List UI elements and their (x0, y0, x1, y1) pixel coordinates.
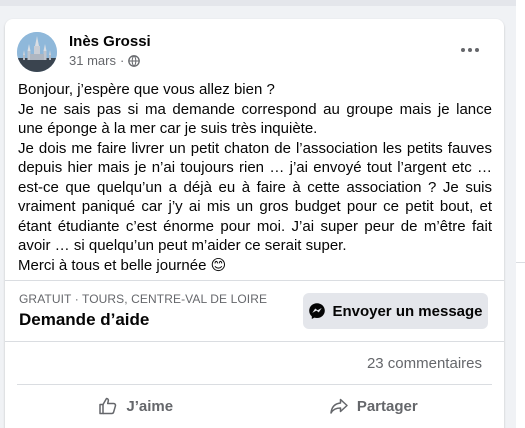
share-arrow-icon (330, 398, 348, 414)
meta-separator: · (119, 53, 125, 68)
comments-count[interactable]: 23 commentaires (367, 355, 482, 372)
more-options-button[interactable] (454, 34, 486, 66)
listing-meta: GRATUIT · TOURS, CENTRE-VAL DE LOIRE (19, 292, 268, 306)
adjacent-panel-edge (516, 0, 525, 428)
messenger-icon (309, 303, 326, 319)
listing-title[interactable]: Demande d’aide (19, 310, 149, 330)
post-date[interactable]: 31 mars (69, 53, 116, 68)
globe-icon (128, 54, 141, 67)
stats-divider-top (5, 341, 504, 342)
author-avatar[interactable] (17, 32, 57, 72)
like-button[interactable]: J’aime (17, 384, 255, 428)
post-paragraph-2: Je dois me faire livrer un petit chaton … (18, 139, 492, 255)
share-label: Partager (356, 397, 418, 415)
castle-photo-icon (17, 32, 57, 72)
like-label: J’aime (126, 397, 174, 415)
listing-divider (5, 280, 504, 281)
send-message-label: Envoyer un message (332, 302, 483, 320)
post-paragraph-1: Je ne sais pas si ma demande correspond … (18, 100, 492, 138)
smile-emoji-icon: 😊 (210, 256, 227, 274)
author-name[interactable]: Inès Grossi (69, 33, 151, 50)
post-body: Bonjour, j’espère que vous allez bien ? … (18, 80, 492, 275)
post-closing-line: Merci à tous et belle journée 😊 (18, 256, 492, 276)
send-message-button[interactable]: Envoyer un message (303, 293, 488, 329)
thumbs-up-icon (99, 397, 117, 415)
share-button[interactable]: Partager (255, 384, 493, 428)
post-actions-bar: J’aime Partager (17, 384, 492, 428)
adjacent-panel-divider (516, 262, 525, 263)
more-horizontal-icon (461, 48, 479, 52)
post-greeting: Bonjour, j’espère que vous allez bien ? (18, 81, 275, 98)
post-meta: 31 mars · (69, 53, 141, 68)
top-border (0, 0, 525, 6)
post-closing: Merci à tous et belle journée (18, 256, 207, 274)
